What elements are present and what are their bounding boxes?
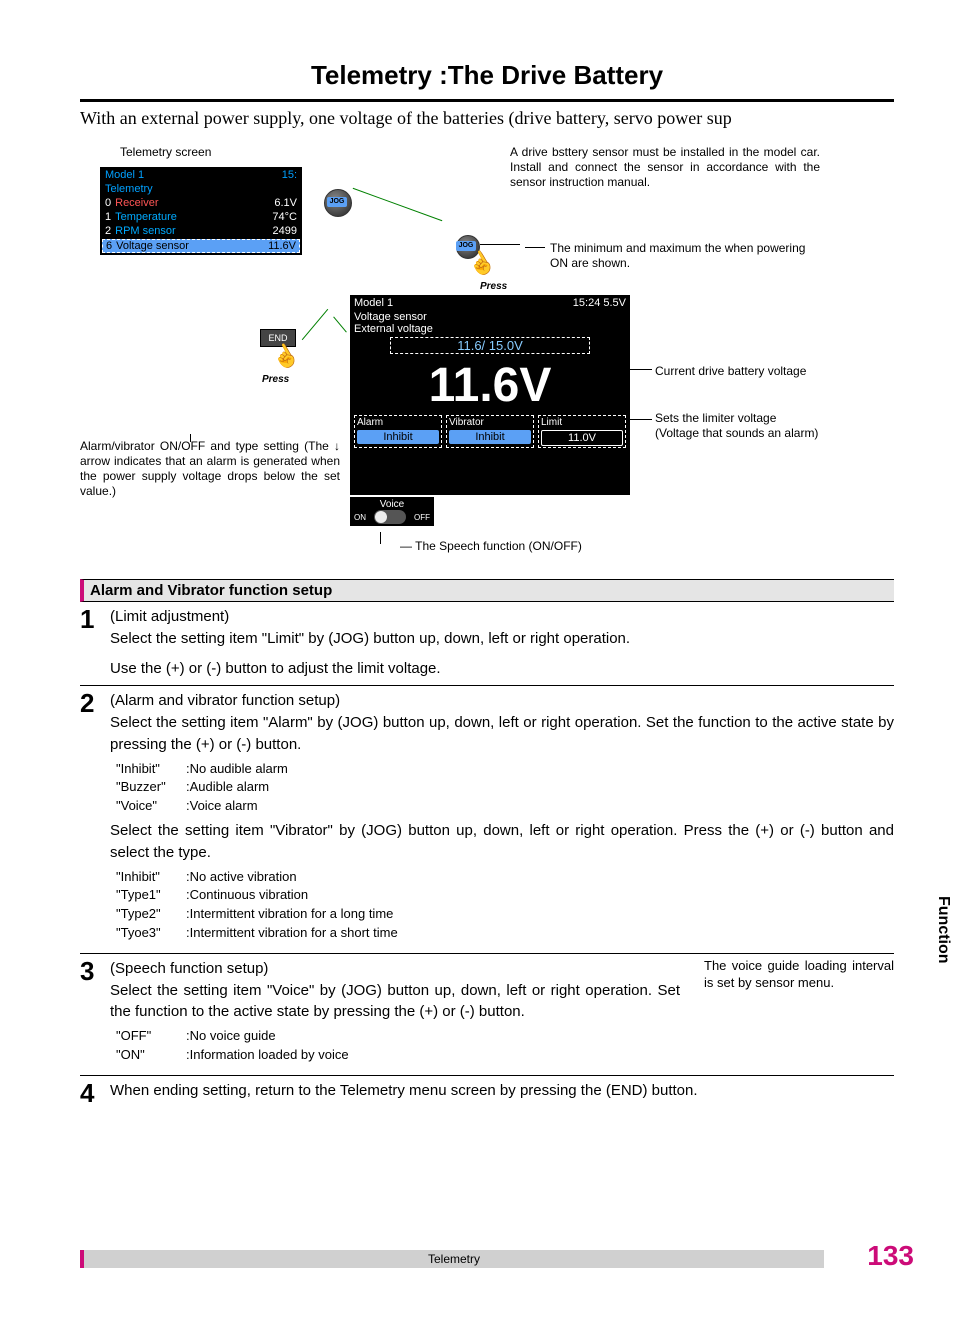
- row1l: Temperature: [115, 211, 177, 223]
- small-telemetry-screen: Model 1 15: Telemetry 0 Receiver 6.1V 1 Tem…: [100, 167, 302, 255]
- voltage-sensor-screen: Model 1 15:24 5.5V Voltage sensor Extern…: [350, 295, 630, 495]
- step-2: 2 (Alarm and vibrator function setup) Se…: [80, 690, 894, 954]
- row3l: Voltage sensor: [116, 240, 189, 252]
- s2l2k0: "Inhibit": [116, 868, 186, 887]
- annot-limit2: (Voltage that sounds an alarm): [655, 426, 818, 440]
- voice-on: ON: [354, 513, 366, 522]
- small-hdr-right: 15:: [282, 169, 297, 181]
- s2l2v3: :Intermittent vibration for a short time: [186, 924, 894, 943]
- voice-toggle[interactable]: [374, 510, 406, 524]
- s2l2v0: :No active vibration: [186, 868, 894, 887]
- s2l1v2: :Voice alarm: [186, 797, 894, 816]
- step-2-list2: "Inhibit":No active vibration "Type1":Co…: [116, 868, 894, 943]
- big-sub-value: 11.6/ 15.0V: [390, 337, 590, 354]
- row0r: 6.1V: [274, 197, 297, 209]
- big-line2b: External voltage: [354, 323, 626, 335]
- step-1-head: (Limit adjustment): [110, 608, 229, 625]
- title-rule: [80, 99, 894, 102]
- s2l1v1: :Audible alarm: [186, 778, 894, 797]
- step-3-p1: Select the setting item "Voice" by (JOG)…: [110, 982, 680, 1021]
- big-main-value: 11.6V: [350, 356, 630, 413]
- s2l2k2: "Type2": [116, 905, 186, 924]
- s2l2k3: "Tyoe3": [116, 924, 186, 943]
- col-alarm-hdr: Alarm: [357, 417, 439, 428]
- figure-area: Telemetry screen Model 1 15: Telemetry 0…: [80, 149, 894, 569]
- s2l1v0: :No audible alarm: [186, 760, 894, 779]
- jog-label-2: JOG: [456, 241, 476, 251]
- big-top-left: Model 1: [354, 297, 393, 309]
- row2l: RPM sensor: [115, 225, 176, 237]
- annot-limit1: Sets the limiter voltage: [655, 411, 776, 425]
- s2l1k1: "Buzzer": [116, 778, 186, 797]
- step-2-list1: "Inhibit":No audible alarm "Buzzer":Audi…: [116, 760, 894, 817]
- annot-speech: — The Speech function (ON/OFF): [400, 539, 582, 554]
- steps-container: 1 (Limit adjustment) Select the setting …: [80, 606, 894, 1112]
- intro-text: With an external power supply, one volta…: [80, 108, 894, 129]
- jog-label-1: JOG: [327, 197, 347, 207]
- annot-sensor: A drive bsttery sensor must be installed…: [510, 145, 820, 190]
- step-3-num: 3: [80, 958, 110, 1069]
- step-1: 1 (Limit adjustment) Select the setting …: [80, 606, 894, 686]
- row0l: Receiver: [115, 197, 158, 209]
- step-2-p2: Select the setting item "Vibrator" by (J…: [110, 822, 894, 861]
- page-title: Telemetry :The Drive Battery: [80, 60, 894, 91]
- step-1-p1: Select the setting item "Limit" by (JOG)…: [110, 630, 630, 647]
- step-1-p2: Use the (+) or (-) button to adjust the …: [110, 660, 441, 677]
- idx3: 6: [106, 240, 112, 252]
- s3l1k1: "ON": [116, 1046, 186, 1065]
- col-vibrator-hdr: Vibrator: [449, 417, 531, 428]
- annot-minmax: The minimum and maximum the when powerin…: [550, 241, 820, 271]
- col-limit-hdr: Limit: [541, 417, 623, 428]
- val-limit[interactable]: 11.0V: [541, 430, 623, 446]
- step-2-num: 2: [80, 690, 110, 947]
- page-number: 133: [867, 1240, 914, 1272]
- step-4: 4 When ending setting, return to the Tel…: [80, 1080, 894, 1112]
- big-line2a: Voltage sensor: [354, 311, 626, 323]
- small-title: Telemetry: [105, 183, 153, 195]
- s2l1k0: "Inhibit": [116, 760, 186, 779]
- step-3-side-note: The voice guide loading interval is set …: [704, 958, 894, 1069]
- idx1: 1: [105, 211, 111, 223]
- press-label-jog: Press: [480, 281, 507, 292]
- small-hdr-left: Model 1: [105, 169, 144, 181]
- idx2: 2: [105, 225, 111, 237]
- footer-label: Telemetry: [80, 1250, 824, 1268]
- s2l2v2: :Intermittent vibration for a long time: [186, 905, 894, 924]
- label-telemetry-screen: Telemetry screen: [120, 145, 211, 160]
- s2l2k1: "Type1": [116, 886, 186, 905]
- step-2-head: (Alarm and vibrator function setup): [110, 692, 340, 709]
- step-4-num: 4: [80, 1080, 110, 1106]
- s3l1v0: :No voice guide: [186, 1027, 680, 1046]
- voice-label: Voice: [354, 499, 430, 510]
- s2l1k2: "Voice": [116, 797, 186, 816]
- s3l1v1: :Information loaded by voice: [186, 1046, 680, 1065]
- step-1-num: 1: [80, 606, 110, 679]
- row1r: 74°C: [272, 211, 297, 223]
- footer: Telemetry 133: [0, 1250, 954, 1268]
- press-label-end: Press: [262, 374, 289, 385]
- s3l1k0: "OFF": [116, 1027, 186, 1046]
- step-3-list1: "OFF":No voice guide "ON":Information lo…: [116, 1027, 680, 1065]
- val-alarm[interactable]: Inhibit: [357, 430, 439, 444]
- s2l2v1: :Continuous vibration: [186, 886, 894, 905]
- step-3-head: (Speech function setup): [110, 960, 268, 977]
- annot-alarm: Alarm/vibrator ON/OFF and type setting (…: [80, 439, 340, 499]
- section-header: Alarm and Vibrator function setup: [80, 579, 894, 602]
- val-vibrator[interactable]: Inhibit: [449, 430, 531, 444]
- row3r: 11.6V: [268, 240, 296, 252]
- voice-off: OFF: [414, 513, 430, 522]
- side-tab-function: Function: [932, 890, 954, 970]
- annot-current: Current drive battery voltage: [655, 364, 855, 379]
- big-top-right: 15:24 5.5V: [573, 297, 626, 309]
- step-2-p1: Select the setting item "Alarm" by (JOG)…: [110, 714, 894, 753]
- row2r: 2499: [273, 225, 297, 237]
- step-4-p1: When ending setting, return to the Telem…: [110, 1082, 698, 1099]
- step-3: 3 (Speech function setup) Select the set…: [80, 958, 894, 1076]
- idx0: 0: [105, 197, 111, 209]
